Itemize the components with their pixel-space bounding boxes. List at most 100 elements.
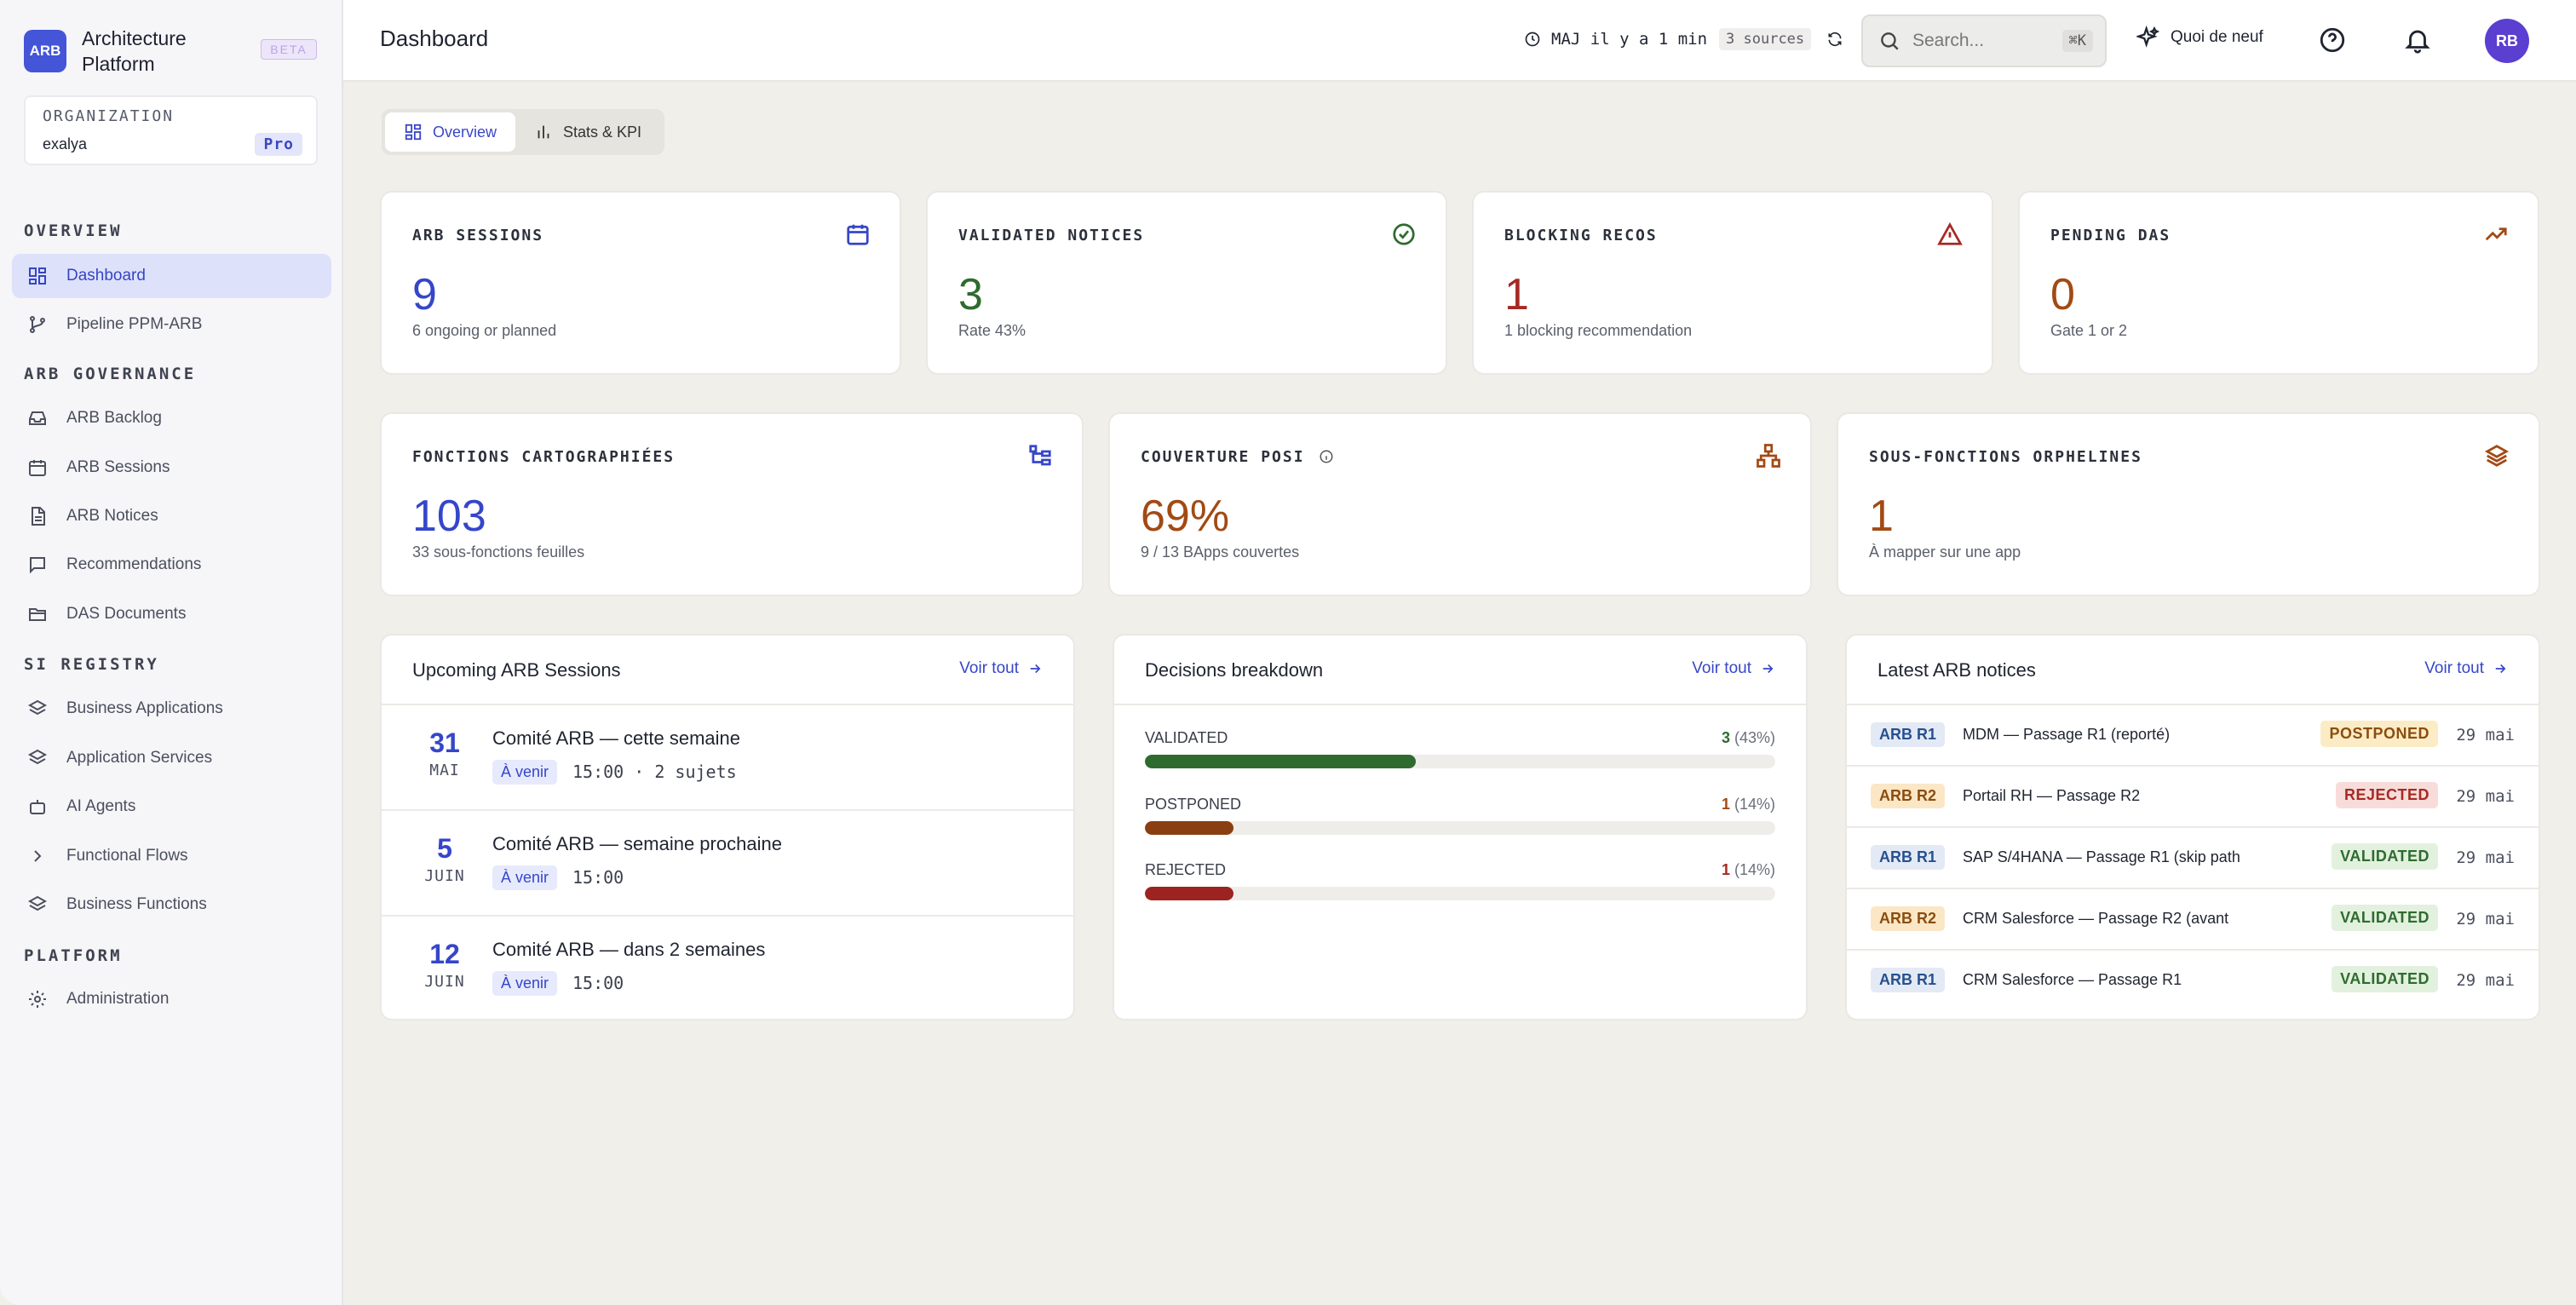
sidebar-item-dashboard[interactable]: Dashboard [12,254,331,298]
search-input[interactable] [1912,31,2040,51]
calendar-icon [27,457,48,478]
decision-bar-track [1145,755,1775,768]
sidebar-item-label: Business Applications [66,699,223,717]
sidebar-item-application-services[interactable]: Application Services [12,736,331,780]
divider [1114,704,1806,705]
arrow-right-icon [1762,664,1774,674]
info-icon[interactable] [1319,449,1334,464]
decision-count-value: 3 [1721,729,1730,746]
tab-overview[interactable]: Overview [385,112,516,152]
notice-date: 29 mai [2456,787,2515,806]
top-bar: Dashboard MAJ il y a 1 min 3 sources ⌘K … [343,0,2576,82]
help-icon[interactable] [2318,26,2347,55]
page-title: Dashboard [380,26,489,51]
notice-row[interactable]: ARB R1 CRM Salesforce — Passage R1 VALID… [1847,951,2539,1012]
app-window: ARB Architecture Platform BETA ORGANIZAT… [0,0,2576,1305]
session-item[interactable]: 12 JUIN Comité ARB — dans 2 semaines À v… [382,917,1073,1022]
see-all-decisions-link[interactable]: Voir tout [1692,659,1775,678]
notice-row[interactable]: ARB R2 Portail RH — Passage R2 REJECTED … [1847,767,2539,828]
sidebar-item-business-applications[interactable]: Business Applications [12,687,331,731]
kpi-card-fonctions-cartographiees[interactable]: FONCTIONS CARTOGRAPHIÉES 103 33 sous-fon… [380,412,1084,596]
see-all-sessions-link[interactable]: Voir tout [959,659,1043,678]
notice-row[interactable]: ARB R1 SAP S/4HANA — Passage R1 (skip pa… [1847,828,2539,889]
refresh-icon[interactable] [1826,31,1843,48]
session-month: JUIN [424,973,465,991]
kpi-card-pending-das[interactable]: PENDING DAS 0 Gate 1 or 2 [2018,191,2539,375]
organization-name: exalya [43,135,88,152]
tab-label: Stats & KPI [563,123,642,141]
section-title-overview: OVERVIEW [24,221,123,240]
notice-date: 29 mai [2456,971,2515,990]
decision-percent: (43%) [1734,729,1775,746]
notice-date: 29 mai [2456,910,2515,928]
sidebar-item-business-functions[interactable]: Business Functions [12,882,331,927]
file-text-icon [27,506,48,526]
sidebar-item-pipeline[interactable]: Pipeline PPM-ARB [12,302,331,347]
grid-icon [405,124,422,141]
decision-percent: (14%) [1734,796,1775,813]
sidebar-item-arb-backlog[interactable]: ARB Backlog [12,396,331,440]
notice-title: SAP S/4HANA — Passage R1 (skip path [1963,848,2240,865]
grid-icon [27,266,48,286]
sidebar-item-label: Administration [66,990,170,1008]
kpi-value: 1 [1869,492,1894,541]
folder-icon [27,604,48,624]
kpi-card-sous-fonctions-orphelines[interactable]: SOUS-FONCTIONS ORPHELINES 1 À mapper sur… [1837,412,2540,596]
kpi-label: PENDING DAS [2050,227,2171,244]
sidebar-item-administration[interactable]: Administration [12,977,331,1021]
kpi-label: BLOCKING RECOS [1504,227,1658,244]
search-box[interactable]: ⌘K [1861,14,2107,67]
notice-title: CRM Salesforce — Passage R1 [1963,971,2182,988]
sidebar-item-label: Application Services [66,749,213,767]
kpi-subtext: Rate 43% [958,322,1026,339]
upcoming-sessions-panel: Upcoming ARB Sessions Voir tout 31 MAI C… [380,634,1075,1020]
sidebar-item-das-documents[interactable]: DAS Documents [12,592,331,636]
sidebar-item-arb-sessions[interactable]: ARB Sessions [12,446,331,490]
search-shortcut: ⌘K [2061,30,2093,52]
whats-new-button[interactable]: Quoi de neuf [2136,26,2263,49]
kpi-card-arb-sessions[interactable]: ARB SESSIONS 9 6 ongoing or planned [380,191,901,375]
kpi-value: 0 [2050,270,2075,319]
session-item[interactable]: 5 JUIN Comité ARB — semaine prochaine À … [382,811,1073,917]
layers-icon [27,894,48,915]
organization-switcher[interactable]: ORGANIZATION exalya Pro [24,95,318,165]
session-time: 15:00 · 2 sujets [572,762,737,782]
kpi-subtext: 6 ongoing or planned [412,322,557,339]
kpi-subtext: À mapper sur une app [1869,543,2021,561]
kpi-value: 69% [1141,492,1230,541]
kpi-card-couverture-posi[interactable]: COUVERTURE POSI 69% 9 / 13 BApps couvert… [1108,412,1812,596]
avatar[interactable]: RB [2485,19,2529,63]
notice-status-badge: VALIDATED [2332,843,2438,870]
kpi-value: 3 [958,270,983,319]
tab-stats-kpi[interactable]: Stats & KPI [515,112,660,152]
kpi-subtext: Gate 1 or 2 [2050,322,2128,339]
sidebar-item-ai-agents[interactable]: AI Agents [12,785,331,829]
session-item[interactable]: 31 MAI Comité ARB — cette semaine À veni… [382,705,1073,811]
kpi-card-blocking-recos[interactable]: BLOCKING RECOS 1 1 blocking recommendati… [1472,191,1993,375]
panel-title: Upcoming ARB Sessions [412,659,621,681]
arrow-right-icon [1030,664,1041,674]
kpi-card-validated-notices[interactable]: VALIDATED NOTICES 3 Rate 43% [926,191,1447,375]
notice-status-badge: REJECTED [2335,782,2438,808]
session-month: JUIN [424,867,465,885]
bell-icon[interactable] [2403,26,2432,55]
kpi-value: 103 [412,492,486,541]
session-month: MAI [429,762,460,779]
decision-bar-fill [1145,821,1233,835]
see-all-notices-link[interactable]: Voir tout [2424,659,2508,678]
kpi-label: COUVERTURE POSI [1141,448,1334,466]
notice-row[interactable]: ARB R2 CRM Salesforce — Passage R2 (avan… [1847,889,2539,951]
network-icon [1756,443,1781,469]
kpi-label-text: COUVERTURE POSI [1141,448,1305,466]
decision-row-postponed: POSTPONED 1 (14%) [1145,796,1775,847]
link-label: Voir tout [959,659,1019,677]
sidebar-item-label: AI Agents [66,797,136,815]
notice-row[interactable]: ARB R1 MDM — Passage R1 (reporté) POSTPO… [1847,705,2539,767]
sidebar-item-recommendations[interactable]: Recommendations [12,543,331,587]
sidebar-item-arb-notices[interactable]: ARB Notices [12,494,331,538]
sidebar-item-label: DAS Documents [66,605,187,623]
sidebar-item-functional-flows[interactable]: Functional Flows [12,834,331,878]
last-update-text: MAJ il y a 1 min [1551,30,1708,49]
brand-name: Architecture Platform [82,27,187,75]
brand[interactable]: ARB Architecture Platform [24,26,210,77]
